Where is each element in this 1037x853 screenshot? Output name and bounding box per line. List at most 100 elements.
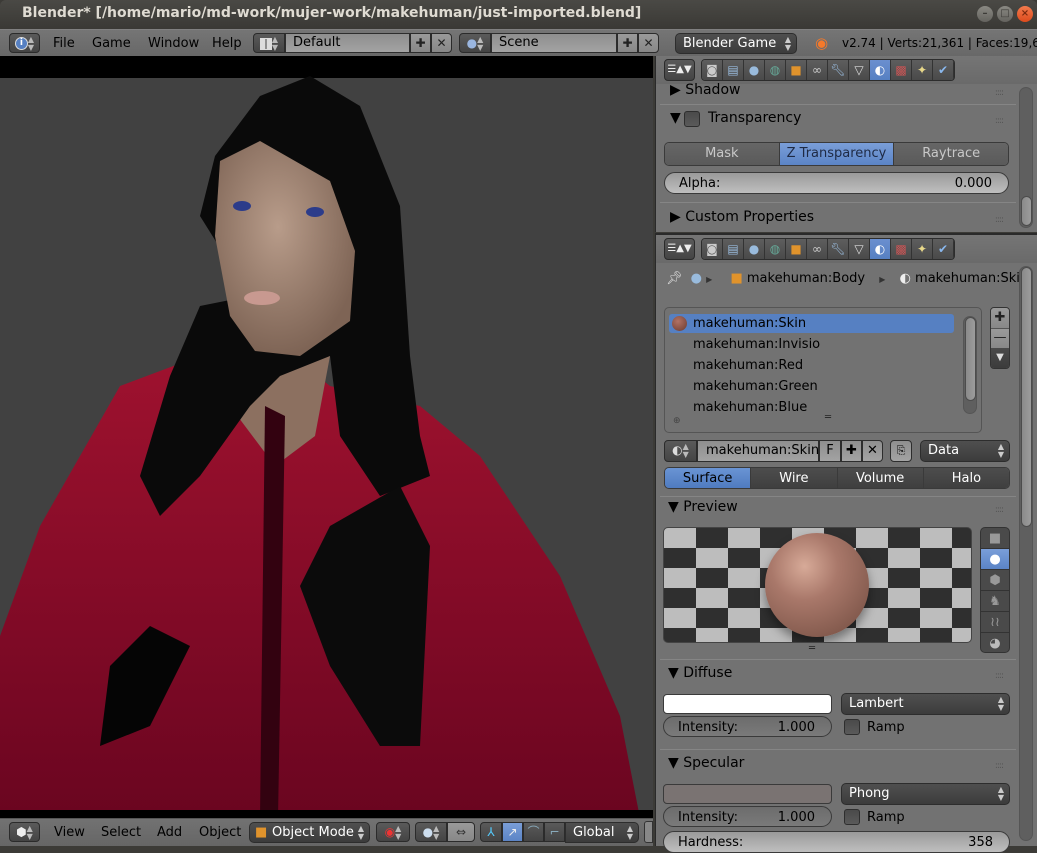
tab-physics[interactable]: ✔ [933, 239, 954, 259]
transparency-enable-checkbox[interactable] [684, 111, 700, 127]
rotate-manipulator-button[interactable]: ⌒ [523, 822, 544, 842]
diffuse-color-swatch[interactable] [663, 694, 832, 714]
tab-object[interactable]: ■ [786, 60, 807, 80]
screen-layout-name-field[interactable]: Default [285, 33, 410, 53]
tab-constraints[interactable]: ∞ [807, 60, 828, 80]
unlink-material-button[interactable]: ✕ [862, 440, 883, 462]
menu-file[interactable]: File [53, 36, 75, 51]
editor-type-info-button[interactable]: i ▲ ▼ [9, 33, 40, 53]
specular-shader-dropdown[interactable]: Phong ▲ ▼ [841, 783, 1010, 805]
list-item[interactable]: makehuman:Green [669, 377, 954, 396]
tab-particles[interactable]: ✦ [912, 60, 933, 80]
tab-object[interactable]: ■ [786, 239, 807, 259]
transparency-mask-button[interactable]: Mask [665, 143, 780, 165]
minimize-button[interactable]: – [977, 6, 993, 22]
alpha-slider[interactable]: Alpha: 0.000 [664, 172, 1009, 194]
interaction-mode-dropdown[interactable]: ■ Object Mode ▲ ▼ [249, 822, 370, 843]
tab-texture[interactable]: ▩ [891, 239, 912, 259]
translate-manipulator-button[interactable]: ↗ [502, 822, 523, 842]
manipulator-toggle-button[interactable]: ⅄ [480, 822, 502, 842]
list-item[interactable]: makehuman:Invisio [669, 335, 954, 354]
tab-world[interactable]: ◍ [765, 60, 786, 80]
specular-panel-header[interactable]: ▼ Specular [668, 755, 744, 771]
menu-add[interactable]: Add [157, 825, 182, 840]
material-list-scrollbar[interactable] [963, 316, 977, 414]
tab-render[interactable]: ◙ [702, 60, 723, 80]
scrollbar-thumb[interactable] [965, 317, 976, 401]
copy-material-button[interactable]: ⎘ [890, 440, 912, 462]
tab-texture[interactable]: ▩ [891, 60, 912, 80]
transparency-ztransparency-button[interactable]: Z Transparency [779, 143, 895, 165]
pin-icon[interactable]: 📌︎ [666, 271, 683, 286]
material-type-wire[interactable]: Wire [751, 468, 838, 488]
scrollbar-thumb[interactable] [1021, 196, 1032, 226]
tab-modifiers[interactable]: 🔧︎ [828, 239, 849, 259]
editor-type-properties-button[interactable]: ☰▲▼ [664, 59, 695, 81]
menu-help[interactable]: Help [212, 36, 242, 51]
fake-user-button[interactable]: F [819, 440, 841, 462]
shadow-panel-header[interactable]: ▶ Shadow [670, 82, 740, 98]
scene-browse-button[interactable]: ●▲ ▼ [459, 33, 491, 53]
list-item[interactable]: makehuman:Red [669, 356, 954, 375]
preview-cube-button[interactable]: ⬢ [981, 570, 1009, 591]
drag-handle-icon[interactable]: :::: [995, 215, 1004, 225]
menu-window[interactable]: Window [148, 36, 199, 51]
specular-intensity-slider[interactable]: Intensity: 1.000 [663, 806, 832, 827]
tab-physics[interactable]: ✔ [933, 60, 954, 80]
transform-orientation-dropdown[interactable]: Global ▲ ▼ [565, 822, 639, 843]
scale-manipulator-button[interactable]: ⌐ [544, 822, 565, 842]
editor-type-properties-button[interactable]: ☰▲▼ [664, 238, 695, 260]
preview-sphere-button[interactable]: ● [981, 549, 1009, 570]
drag-handle-icon[interactable]: :::: [995, 88, 1004, 98]
drag-handle-icon[interactable]: :::: [995, 505, 1004, 515]
preview-flat-button[interactable]: ■ [981, 528, 1009, 549]
delete-screen-button[interactable]: ✕ [431, 33, 452, 53]
render-engine-dropdown[interactable]: Blender Game ▲ ▼ [675, 33, 797, 54]
transparency-panel-header[interactable]: ▼ [670, 110, 681, 126]
tab-particles[interactable]: ✦ [912, 239, 933, 259]
material-name-field[interactable]: makehuman:Skin [697, 440, 819, 462]
menu-view[interactable]: View [54, 825, 85, 840]
delete-scene-button[interactable]: ✕ [638, 33, 659, 53]
tab-constraints[interactable]: ∞ [807, 239, 828, 259]
tab-material[interactable]: ◐ [870, 239, 891, 259]
material-type-halo[interactable]: Halo [923, 468, 1009, 488]
specular-color-swatch[interactable] [663, 784, 832, 804]
menu-game[interactable]: Game [92, 36, 131, 51]
properties-top-scrollbar[interactable] [1019, 87, 1033, 228]
tab-modifiers[interactable]: 🔧︎ [828, 60, 849, 80]
material-link-dropdown[interactable]: Data ▲ ▼ [920, 440, 1010, 462]
preview-monkey-button[interactable]: ♞ [981, 591, 1009, 612]
3d-viewport[interactable] [0, 56, 653, 818]
hardness-slider[interactable]: Hardness: 358 [663, 831, 1010, 853]
diffuse-shader-dropdown[interactable]: Lambert ▲ ▼ [841, 693, 1010, 715]
tab-render-layers[interactable]: ▤ [723, 60, 744, 80]
tab-render[interactable]: ◙ [702, 239, 723, 259]
scrollbar-thumb[interactable] [1021, 267, 1032, 527]
material-specials-menu-button[interactable]: ▼ [991, 348, 1009, 368]
tab-scene[interactable]: ● [744, 60, 765, 80]
tab-material[interactable]: ◐ [870, 60, 891, 80]
menu-object[interactable]: Object [199, 825, 241, 840]
pivot-point-button[interactable]: ●▲ ▼ [415, 822, 447, 842]
new-material-button[interactable]: ✚ [841, 440, 862, 462]
layers-widget[interactable] [644, 821, 653, 843]
close-window-button[interactable]: × [1017, 6, 1033, 22]
tab-data[interactable]: ▽ [849, 60, 870, 80]
maximize-button[interactable]: □ [997, 6, 1013, 22]
tab-world[interactable]: ◍ [765, 239, 786, 259]
preview-hair-button[interactable]: ≀≀ [981, 612, 1009, 633]
diffuse-ramp-checkbox[interactable] [844, 719, 860, 735]
transparency-raytrace-button[interactable]: Raytrace [894, 143, 1008, 165]
scene-name-field[interactable]: Scene [491, 33, 617, 53]
drag-handle-icon[interactable]: :::: [995, 116, 1004, 126]
specular-ramp-checkbox[interactable] [844, 809, 860, 825]
drag-handle-icon[interactable]: :::: [995, 761, 1004, 771]
preview-resize-handle[interactable]: ═ [809, 643, 815, 654]
filter-options-icon[interactable]: ⊕ [673, 416, 681, 426]
material-type-surface[interactable]: Surface [665, 468, 752, 488]
editor-type-3dview-button[interactable]: ⬢▲ ▼ [9, 822, 40, 842]
remove-material-slot-button[interactable]: — [991, 328, 1009, 348]
add-scene-button[interactable]: ✚ [617, 33, 638, 53]
material-type-volume[interactable]: Volume [837, 468, 924, 488]
